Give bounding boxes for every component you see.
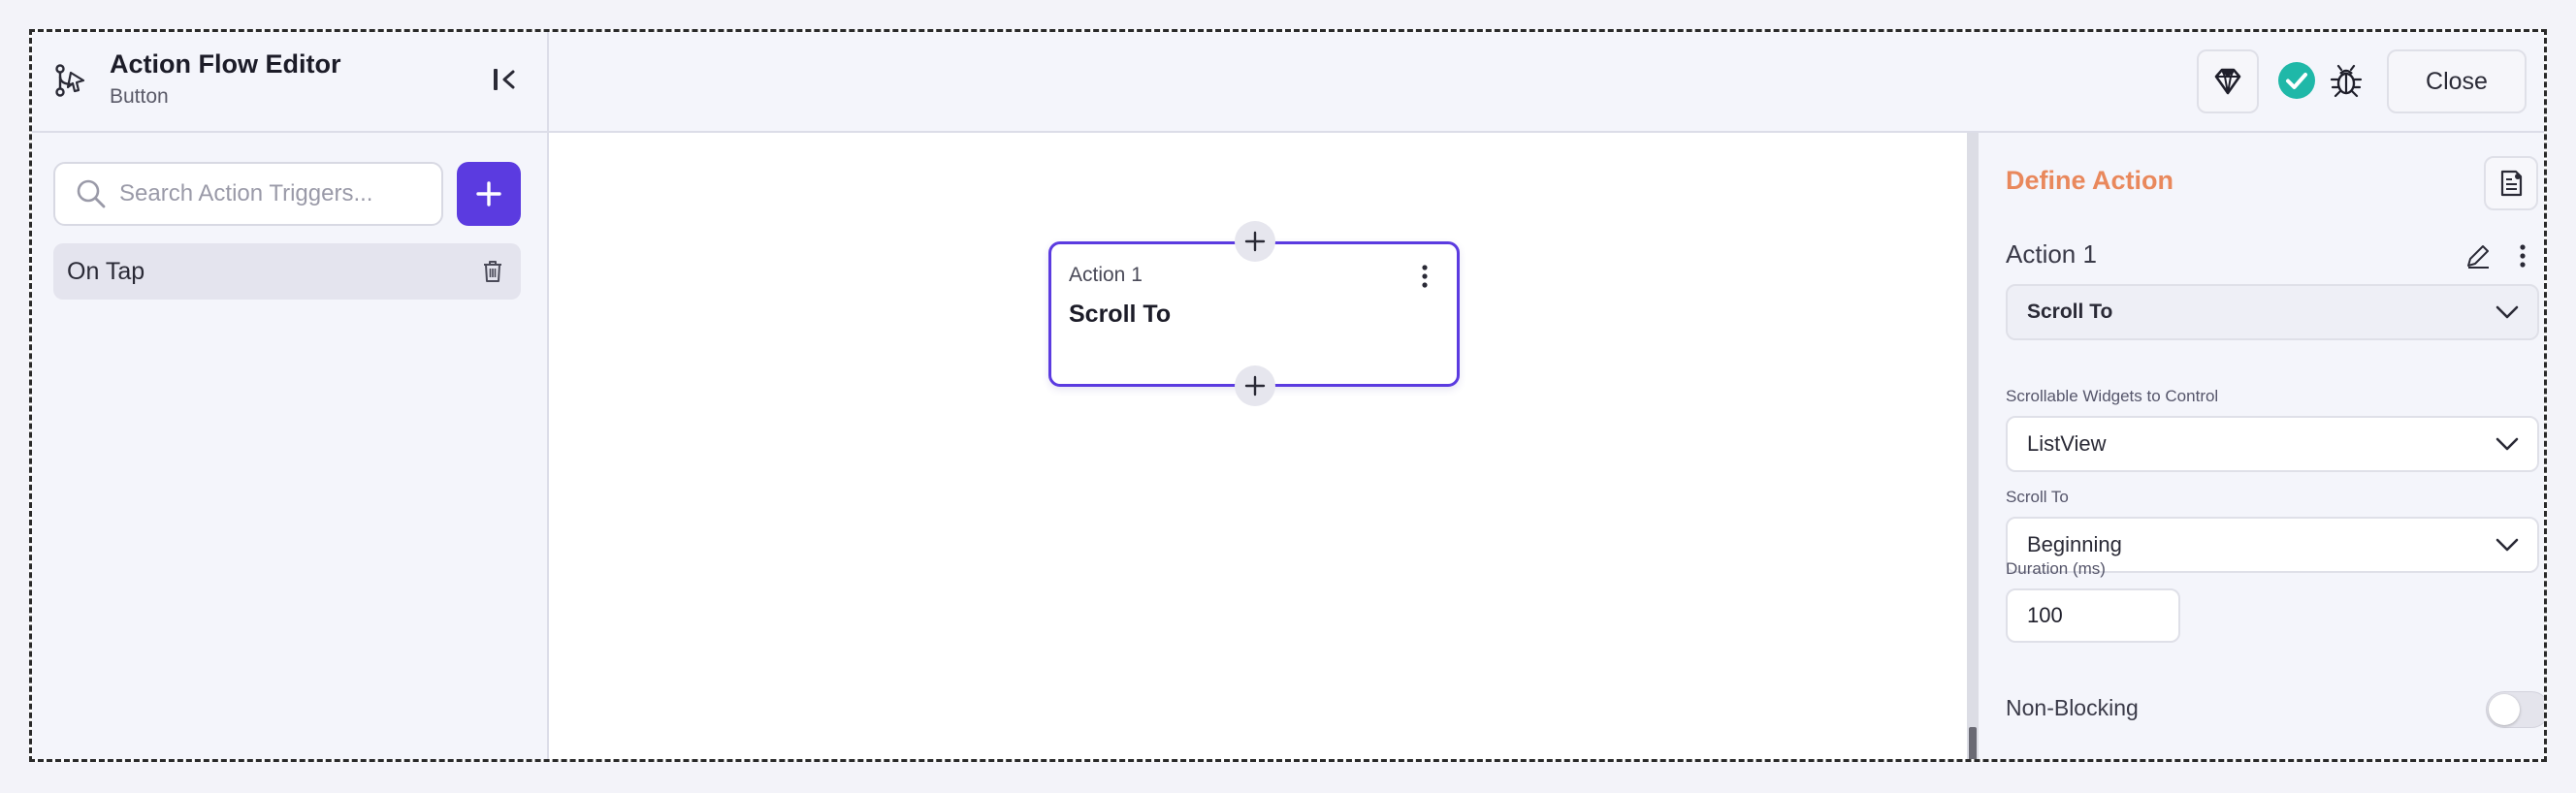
action-type-value: Scroll To bbox=[2027, 301, 2113, 323]
scroll-to-label: Scroll To bbox=[2006, 488, 2069, 506]
scrollable-widgets-label: Scrollable Widgets to Control bbox=[2006, 387, 2219, 405]
trigger-label: On Tap bbox=[67, 257, 145, 285]
chevron-down-icon bbox=[2496, 305, 2519, 319]
add-trigger-button[interactable] bbox=[457, 162, 521, 226]
trash-icon[interactable] bbox=[480, 259, 505, 284]
page-title: Action Flow Editor bbox=[110, 49, 341, 79]
define-action-panel: Define Action Action 1 Scroll To Scrolla… bbox=[1979, 133, 2544, 759]
action-name: Action 1 bbox=[2006, 239, 2097, 269]
search-box[interactable] bbox=[53, 162, 443, 226]
header-title-area: Action Flow Editor Button bbox=[32, 32, 549, 133]
trigger-item-on-tap[interactable]: On Tap bbox=[53, 243, 521, 300]
edit-icon[interactable] bbox=[2463, 241, 2493, 270]
documentation-button[interactable] bbox=[2484, 156, 2538, 210]
scrollbar-thumb[interactable] bbox=[1969, 727, 1977, 759]
canvas-scrollbar[interactable] bbox=[1967, 133, 1979, 759]
plus-icon bbox=[1244, 231, 1266, 252]
search-input[interactable] bbox=[119, 180, 430, 207]
action-type-select[interactable]: Scroll To bbox=[2006, 284, 2539, 340]
non-blocking-toggle[interactable] bbox=[2486, 691, 2544, 728]
node-more-icon[interactable] bbox=[1410, 262, 1439, 291]
action-flow-editor-window: Action Flow Editor Button Close Search A… bbox=[29, 29, 2547, 762]
bug-icon[interactable] bbox=[2328, 62, 2365, 99]
add-action-below-button[interactable] bbox=[1235, 365, 1275, 406]
scrollable-widgets-select[interactable]: ListView bbox=[2006, 416, 2539, 472]
flow-icon bbox=[55, 64, 85, 97]
node-label: Action 1 bbox=[1069, 264, 1143, 286]
scroll-to-value: Beginning bbox=[2027, 532, 2122, 556]
search-icon bbox=[77, 179, 106, 208]
collapse-panel-icon[interactable] bbox=[488, 63, 521, 96]
check-circle-icon[interactable] bbox=[2277, 61, 2316, 100]
document-icon bbox=[2500, 170, 2523, 197]
non-blocking-label: Non-Blocking bbox=[2006, 695, 2139, 720]
page-subtitle: Button bbox=[110, 85, 169, 108]
gem-icon bbox=[2214, 68, 2241, 95]
scrollable-widgets-value: ListView bbox=[2027, 431, 2107, 456]
panel-title: Define Action bbox=[2006, 166, 2174, 195]
duration-label: Duration (ms) bbox=[2006, 559, 2106, 578]
node-title: Scroll To bbox=[1069, 301, 1172, 328]
gem-button[interactable] bbox=[2197, 49, 2259, 113]
add-action-above-button[interactable] bbox=[1235, 221, 1275, 262]
plus-icon bbox=[476, 181, 501, 206]
chevron-down-icon bbox=[2496, 437, 2519, 451]
triggers-sidebar: On Tap bbox=[32, 133, 549, 759]
duration-input[interactable]: 100 bbox=[2006, 588, 2180, 643]
action-more-icon[interactable] bbox=[2508, 241, 2537, 270]
toggle-knob bbox=[2489, 694, 2520, 725]
close-button[interactable]: Close bbox=[2387, 49, 2527, 113]
chevron-down-icon bbox=[2496, 538, 2519, 552]
editor-header: Action Flow Editor Button Close bbox=[32, 32, 2544, 133]
plus-icon bbox=[1244, 375, 1266, 396]
